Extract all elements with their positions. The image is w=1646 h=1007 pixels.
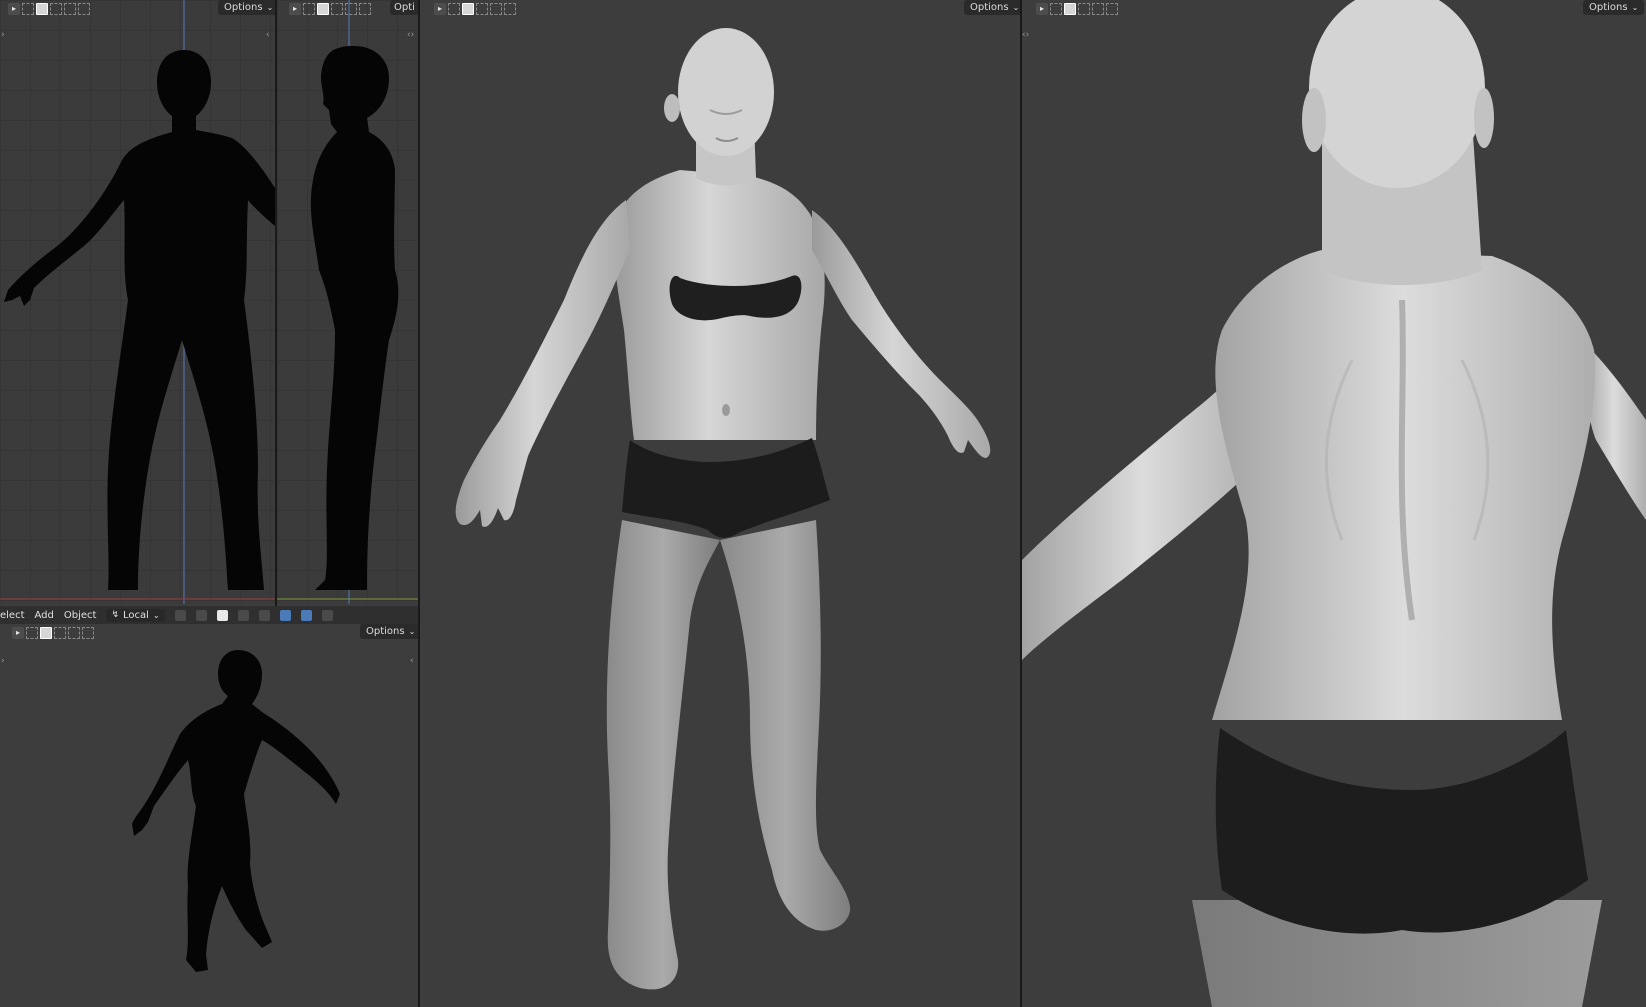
pivot-point-icon[interactable]	[174, 609, 186, 621]
menu-object[interactable]: Object	[64, 610, 97, 621]
overlay-icon[interactable]	[300, 609, 312, 621]
side-silhouette	[277, 0, 418, 604]
viewport-menu-bar: elect Add Object ↯ Local ⌄	[0, 606, 418, 624]
front-ortho-viewport[interactable]: ▸ Options ⌄ › ‹	[0, 0, 275, 604]
sculpt-model-front-3q	[455, 28, 991, 990]
gizmo-icon[interactable]	[279, 609, 291, 621]
side-ortho-viewport[interactable]: ▸ Opti ‹›	[277, 0, 418, 604]
perspective-silhouette	[132, 650, 340, 972]
center-perspective-viewport[interactable]: ▸ Options ⌄	[420, 0, 1020, 1007]
menu-add[interactable]: Add	[35, 610, 54, 621]
transform-orientation-dropdown[interactable]: ↯ Local ⌄	[106, 608, 165, 622]
snap-icon[interactable]	[195, 609, 207, 621]
bottom-left-viewport[interactable]: ▸ Options ⌄ › ‹	[0, 624, 418, 1007]
blender-workspace: ▸ Options ⌄ › ‹ ▸ Opti ‹› elect Add Obje…	[0, 0, 1646, 1007]
back-closeup-viewport[interactable]: ▸ Options ⌄ ‹›	[1022, 0, 1646, 1007]
xray-icon[interactable]	[321, 609, 333, 621]
front-silhouette	[0, 0, 275, 604]
visibility-icon[interactable]	[258, 609, 270, 621]
chevron-down-icon: ⌄	[152, 610, 160, 620]
proportional-edit-icon[interactable]	[237, 609, 249, 621]
orientation-icon: ↯	[111, 610, 120, 620]
menu-select[interactable]: elect	[0, 610, 25, 621]
sculpt-model-back-closeup	[1022, 0, 1646, 1007]
snap-target-icon[interactable]	[216, 609, 228, 621]
orientation-label: Local	[123, 609, 149, 621]
